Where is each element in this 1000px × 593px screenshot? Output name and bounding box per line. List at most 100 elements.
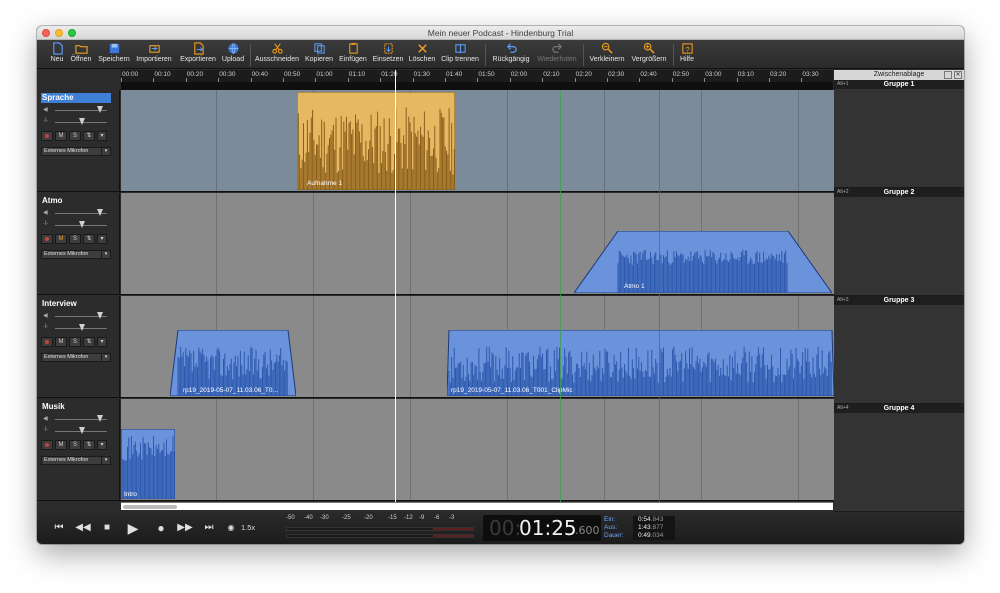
- chevron-down-icon[interactable]: ▾: [97, 131, 107, 141]
- transport-bar: ⏮ ◀◀ ■ ▶ ● ▶▶ ⏭ ◉ 1.5x -50 -40 -30 -25 -20 -1…: [37, 512, 964, 544]
- input-select[interactable]: Externes Mikrofon ▾: [41, 147, 111, 156]
- record-arm-button[interactable]: [41, 337, 53, 347]
- upload-button[interactable]: Upload: [220, 42, 246, 68]
- track-name[interactable]: Interview: [41, 299, 111, 309]
- rewind-button[interactable]: ◀◀: [75, 520, 91, 536]
- fx-button[interactable]: ⇅: [83, 440, 95, 450]
- stop-button[interactable]: ■: [99, 520, 115, 536]
- ruler-tick-label: 02:50: [672, 71, 690, 78]
- track-buttons: M S ⇅ ▾: [41, 440, 111, 450]
- pan-slider[interactable]: ·I·: [43, 324, 109, 332]
- volume-slider[interactable]: ◀: [43, 106, 109, 114]
- new-button[interactable]: Neu: [48, 42, 66, 68]
- record-arm-button[interactable]: [41, 440, 53, 450]
- track-buttons: M S ⇅ ▾: [41, 234, 111, 244]
- ruler-tick-label: 02:20: [575, 71, 592, 78]
- chevron-down-icon[interactable]: ▾: [97, 234, 107, 244]
- grid-line: [604, 399, 605, 500]
- import-button[interactable]: Importieren: [134, 42, 174, 68]
- clipboard-group-2[interactable]: Alt+2 Gruppe 2: [834, 188, 964, 296]
- close-window-button[interactable]: [42, 29, 50, 37]
- clipboard-group-3[interactable]: Alt+3 Gruppe 3: [834, 296, 964, 404]
- new-file-icon: [48, 42, 66, 56]
- volume-slider[interactable]: ◀: [43, 209, 109, 217]
- redo-button[interactable]: Wiederholen: [534, 42, 580, 68]
- copy-button[interactable]: Kopieren: [303, 42, 335, 68]
- track-name[interactable]: Sprache: [41, 93, 111, 103]
- clipboard-group-1[interactable]: Alt+1 Gruppe 1: [834, 80, 964, 188]
- fx-button[interactable]: ⇅: [83, 131, 95, 141]
- timeline-ruler[interactable]: 00:00 00:10 00:20 00:30 00:40 00:50 01:00 01:10…: [121, 70, 833, 82]
- grid-line: [216, 90, 217, 191]
- close-icon[interactable]: ✕: [954, 71, 962, 79]
- go-to-end-button[interactable]: ⏭: [201, 520, 217, 536]
- zoom-in-button[interactable]: Vergrößern: [629, 42, 669, 68]
- marker-strip[interactable]: [121, 82, 833, 90]
- export-button[interactable]: Exportieren: [177, 42, 219, 68]
- mute-button[interactable]: M: [55, 440, 67, 450]
- clipboard-group-4[interactable]: Alt+4 Gruppe 4: [834, 404, 964, 512]
- solo-button[interactable]: S: [69, 337, 81, 347]
- clip-intro[interactable]: [121, 429, 175, 499]
- scrollbar-thumb[interactable]: [123, 505, 177, 509]
- delete-button[interactable]: Löschen: [407, 42, 437, 68]
- playback-speed-stepper[interactable]: 1.5x: [241, 520, 267, 536]
- fast-forward-button[interactable]: ▶▶: [177, 520, 193, 536]
- input-select[interactable]: Externes Mikrofon ▾: [41, 250, 111, 259]
- selection-info: Ein: 0:54.843 Aus: 1:43.877 Dauer: 0:49.034: [604, 516, 664, 539]
- split-clip-button[interactable]: Clip trennen: [439, 42, 481, 68]
- track-name[interactable]: Atmo: [41, 196, 111, 206]
- record-button[interactable]: ●: [153, 520, 169, 536]
- mute-button[interactable]: M: [55, 234, 67, 244]
- open-button[interactable]: Öffnen: [68, 42, 94, 68]
- track-lane[interactable]: Aufnahme 1: [121, 90, 834, 191]
- mute-button[interactable]: M: [55, 337, 67, 347]
- pin-icon[interactable]: [944, 71, 952, 79]
- minimize-window-button[interactable]: [55, 29, 63, 37]
- track-interview: Interview ◀ ·I· M S ⇅ ▾ Externes Mikrofo…: [37, 296, 834, 398]
- track-lane[interactable]: rp19_2019-05-07_11.03.06_T0... rp19_2019…: [121, 296, 834, 397]
- solo-button[interactable]: S: [69, 131, 81, 141]
- playhead[interactable]: [395, 70, 396, 502]
- grid-line: [216, 193, 217, 294]
- grid-line: [313, 399, 314, 500]
- marker-line: [560, 90, 561, 502]
- save-button[interactable]: Speichern: [96, 42, 132, 68]
- track-lane[interactable]: Atmo 1: [121, 193, 834, 294]
- clip-atmo-1[interactable]: [574, 231, 832, 293]
- upload-globe-icon: [220, 42, 246, 56]
- go-to-start-button[interactable]: ⏮: [51, 520, 67, 536]
- undo-button[interactable]: Rückgängig: [490, 42, 532, 68]
- chevron-down-icon[interactable]: ▾: [97, 440, 107, 450]
- solo-button[interactable]: S: [69, 440, 81, 450]
- chevron-down-icon[interactable]: ▾: [97, 337, 107, 347]
- track-lane[interactable]: Intro: [121, 399, 834, 500]
- paste-button[interactable]: Einfügen: [337, 42, 369, 68]
- meter-scale-label: -25: [342, 515, 351, 521]
- clip-aufnahme-1[interactable]: [297, 92, 455, 190]
- pan-slider[interactable]: ·I·: [43, 221, 109, 229]
- maximize-window-button[interactable]: [68, 29, 76, 37]
- ruler-tick-label: 00:40: [251, 71, 268, 78]
- fx-button[interactable]: ⇅: [83, 337, 95, 347]
- input-select[interactable]: Externes Mikrofon ▾: [41, 456, 111, 465]
- horizontal-scrollbar[interactable]: [121, 502, 833, 510]
- solo-button[interactable]: S: [69, 234, 81, 244]
- record-arm-button[interactable]: [41, 234, 53, 244]
- volume-slider[interactable]: ◀: [43, 415, 109, 423]
- insert-button[interactable]: Einsetzen: [371, 42, 405, 68]
- help-button[interactable]: ? Hilfe: [677, 42, 697, 68]
- record-arm-button[interactable]: [41, 131, 53, 141]
- mute-button[interactable]: M: [55, 131, 67, 141]
- play-button[interactable]: ▶: [123, 520, 143, 536]
- cut-button[interactable]: Ausschneiden: [254, 42, 300, 68]
- grid-line: [410, 193, 411, 294]
- pan-slider[interactable]: ·I·: [43, 427, 109, 435]
- track-name[interactable]: Musik: [41, 402, 111, 412]
- zoom-out-button[interactable]: Verkleinern: [587, 42, 627, 68]
- volume-slider[interactable]: ◀: [43, 312, 109, 320]
- fx-button[interactable]: ⇅: [83, 234, 95, 244]
- loop-record-icon[interactable]: ◉: [225, 520, 237, 536]
- pan-slider[interactable]: ·I·: [43, 118, 109, 126]
- input-select[interactable]: Externes Mikrofon ▾: [41, 353, 111, 362]
